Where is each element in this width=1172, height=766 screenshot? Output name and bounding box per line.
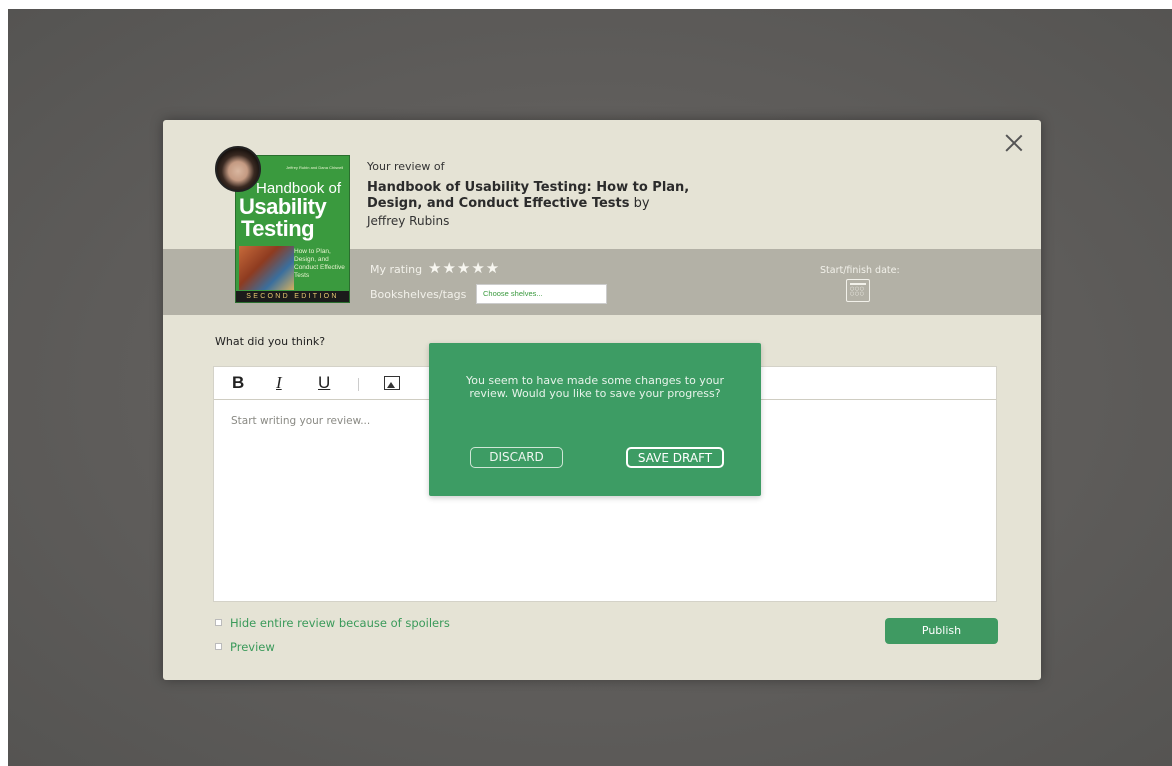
underline-button[interactable]: U xyxy=(318,373,330,393)
bold-button[interactable]: B xyxy=(232,373,244,393)
save-draft-dialog: You seem to have made some changes to yo… xyxy=(429,343,761,496)
cover-illustration xyxy=(239,246,294,290)
preview-checkbox[interactable]: Preview xyxy=(215,640,275,654)
date-label: Start/finish date: xyxy=(820,265,900,276)
dialog-message: You seem to have made some changes to yo… xyxy=(465,374,725,400)
book-author: Jeffrey Rubins xyxy=(367,214,450,228)
discard-button[interactable]: DISCARD xyxy=(470,447,563,468)
image-icon[interactable] xyxy=(384,376,400,390)
italic-button[interactable]: I xyxy=(276,373,282,393)
cover-authors: Jeffrey Rubin and Dana Chisnell xyxy=(286,165,344,170)
checkbox-icon[interactable] xyxy=(215,619,222,626)
review-prompt: What did you think? xyxy=(215,335,326,348)
publish-button[interactable]: Publish xyxy=(885,618,998,644)
book-title: Handbook of Usability Testing: How to Pl… xyxy=(367,180,707,212)
rating-label: My rating xyxy=(370,263,423,276)
shelves-label: Bookshelves/tags xyxy=(370,288,467,301)
avatar xyxy=(215,146,261,192)
preview-label[interactable]: Preview xyxy=(230,640,275,654)
calendar-icon[interactable]: ○○○ ○○○ xyxy=(846,279,870,302)
cover-title-line3: Testing xyxy=(241,216,315,241)
shelves-select[interactable]: Choose shelves... xyxy=(476,284,607,304)
checkbox-icon[interactable] xyxy=(215,643,222,650)
star-rating[interactable]: ★★★★★ xyxy=(428,259,500,277)
calendar-grid: ○○○ ○○○ xyxy=(850,286,865,297)
close-icon[interactable] xyxy=(1005,134,1023,152)
hide-spoilers-label[interactable]: Hide entire review because of spoilers xyxy=(230,616,450,630)
by-label: by xyxy=(633,196,650,211)
your-review-label: Your review of xyxy=(367,160,445,173)
toolbar-divider xyxy=(358,378,359,391)
cover-subtitle: How to Plan, Design, and Conduct Effecti… xyxy=(294,248,345,279)
cover-edition: SECOND EDITION xyxy=(236,291,349,302)
save-draft-button[interactable]: SAVE DRAFT xyxy=(626,447,724,468)
editor-placeholder[interactable]: Start writing your review... xyxy=(231,415,370,427)
hide-spoilers-checkbox[interactable]: Hide entire review because of spoilers xyxy=(215,616,450,630)
